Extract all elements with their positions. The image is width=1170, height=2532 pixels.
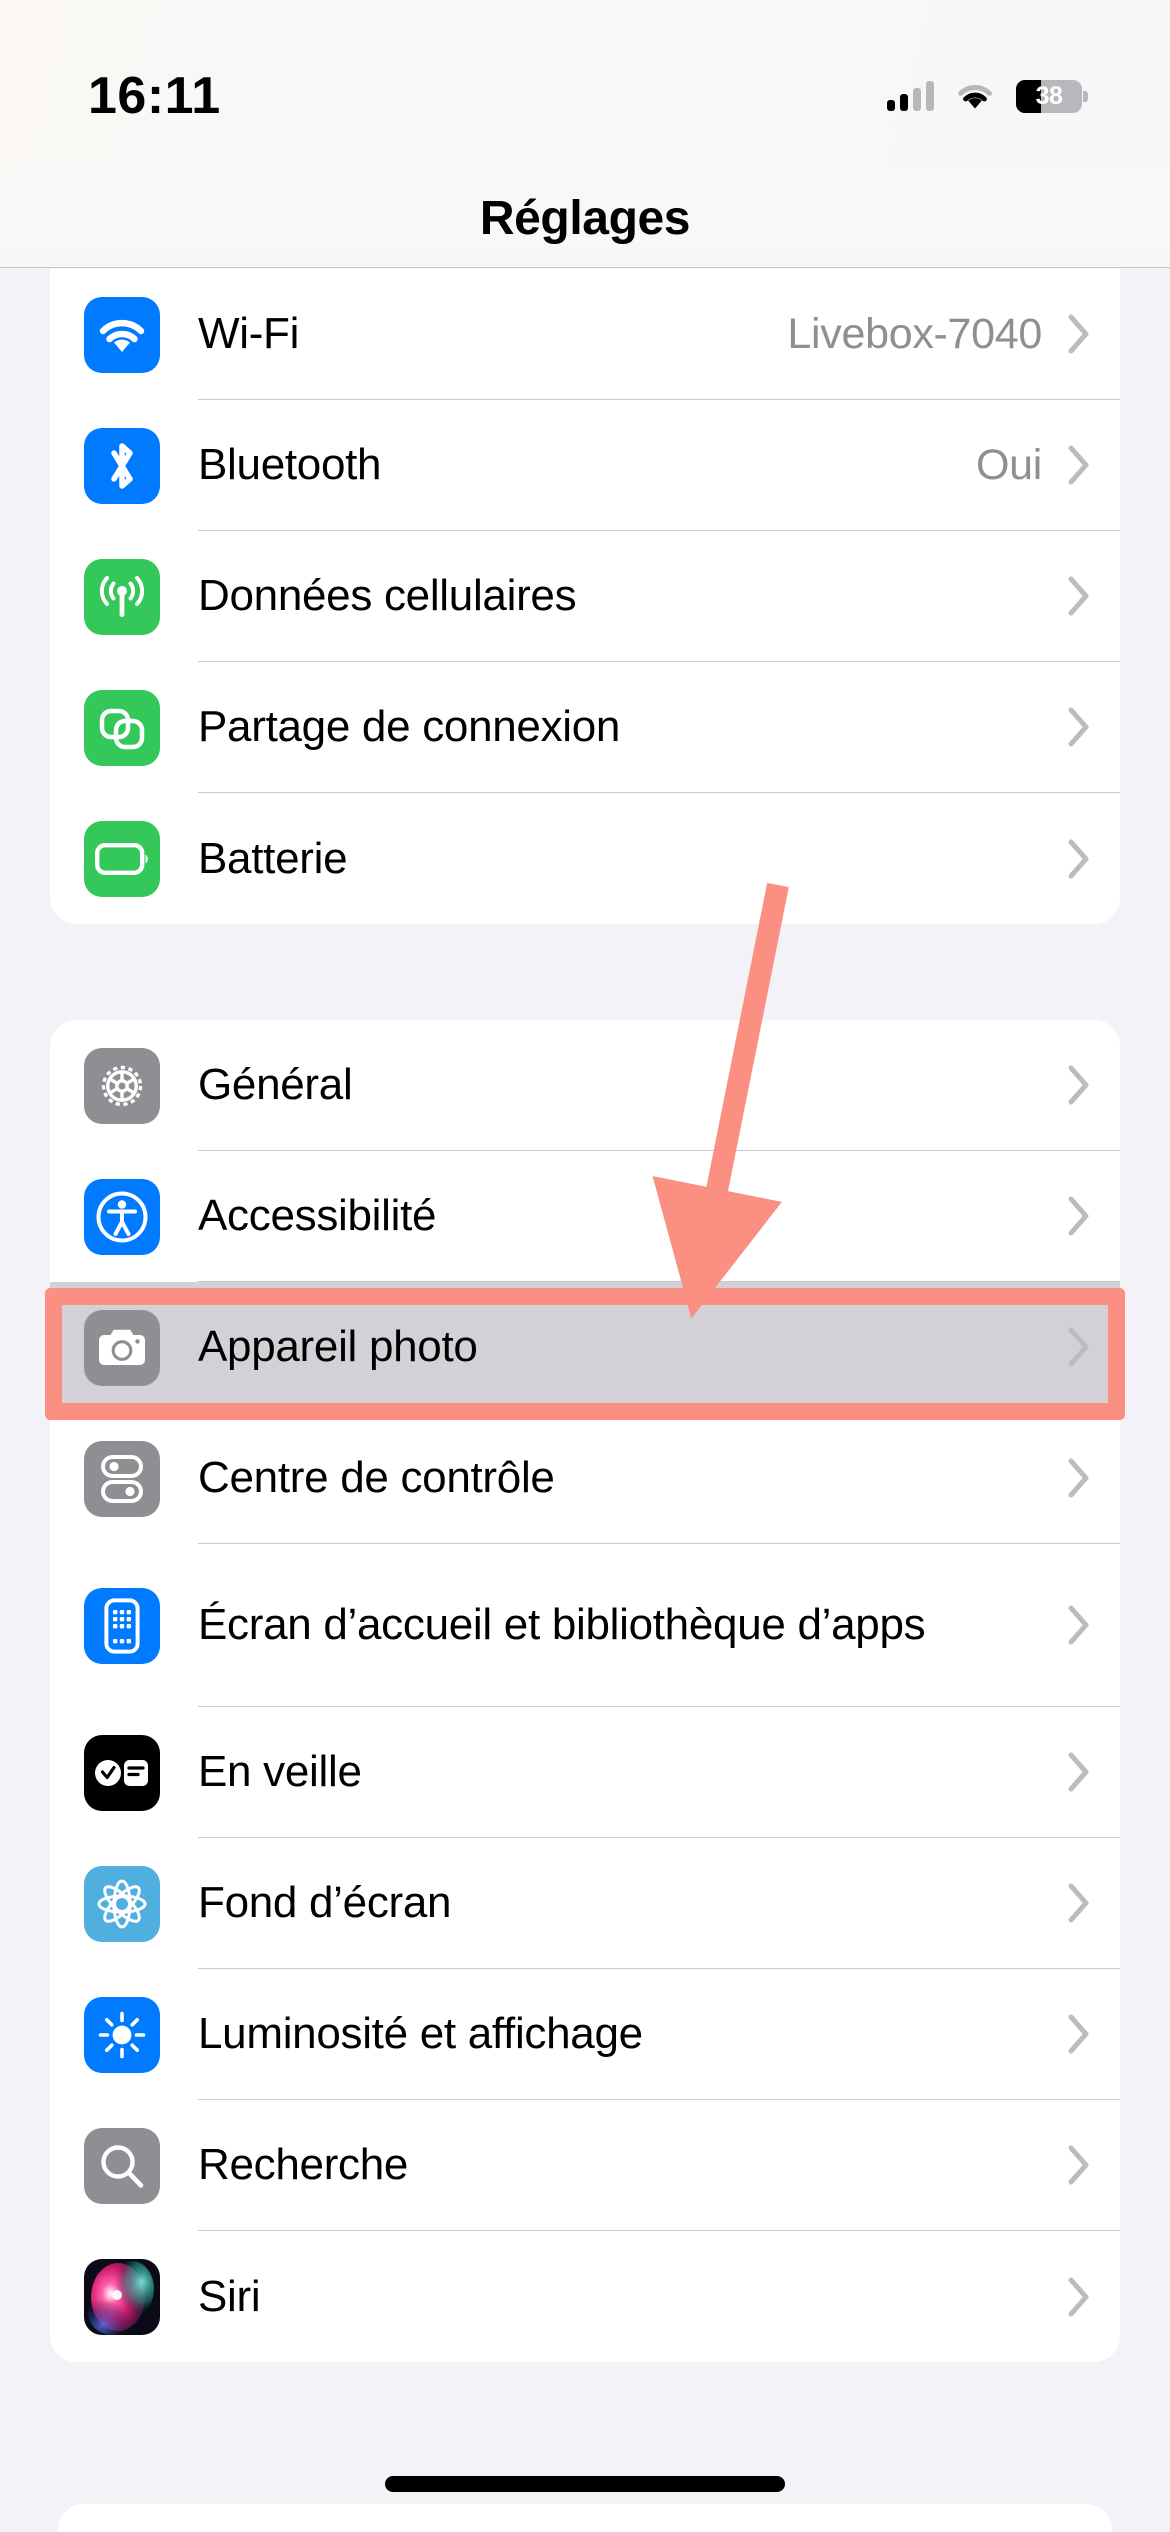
settings-row-content: Écran d’accueil et bibliothèque d’apps [198,1544,1120,1707]
page-title: Réglages [479,192,691,245]
settings-row-label: Bluetooth [198,440,382,490]
settings-row-luminosite-et-affichage[interactable]: Luminosité et affichage [50,1969,1120,2100]
settings-row-content: Recherche [198,2100,1120,2231]
settings-row-value: Livebox-7040 [787,309,1042,358]
battery-status-icon: 38 [1016,79,1088,113]
search-magnifier-icon [84,2127,160,2204]
settings-row-content: Général [198,1020,1120,1151]
chevron-right-icon [1068,1458,1090,1498]
settings-row-label: Partage de connexion [198,702,621,752]
settings-row-label: Recherche [198,2140,409,2190]
siri-orb-icon [84,2258,160,2335]
settings-row-fond-d-ecran[interactable]: Fond d’écran [50,1838,1120,1969]
chevron-right-icon [1068,1752,1090,1792]
status-bar: 16:11 38 [0,0,1170,170]
chevron-right-icon [1068,445,1090,485]
chevron-right-icon [1068,314,1090,354]
chevron-right-icon [1068,839,1090,879]
settings-row-wi-fi[interactable]: Wi-Fi Livebox-7040 [50,269,1120,400]
settings-row-en-veille[interactable]: En veille [50,1707,1120,1838]
accessibility-icon [84,1178,160,1255]
settings-row-label: Centre de contrôle [198,1453,555,1503]
settings-row-label: En veille [198,1747,362,1797]
settings-row-value: Oui [975,440,1042,489]
settings-row-content: Bluetooth Oui [198,400,1120,531]
settings-row-label: Général [198,1060,353,1110]
settings-row-content: Appareil photo [198,1282,1120,1413]
settings-row-label: Wi-Fi [198,309,300,359]
chevron-right-icon [1068,576,1090,616]
settings-row-content: Données cellulaires [198,531,1120,662]
settings-scroll-view[interactable]: Wi-Fi Livebox-7040 Bluetooth Oui Données c… [0,269,1170,2532]
settings-row-batterie[interactable]: Batterie [50,793,1120,924]
gear-icon [84,1047,160,1124]
settings-row-partage-de-connexion[interactable]: Partage de connexion [50,662,1120,793]
settings-row-siri[interactable]: Siri [50,2231,1120,2362]
navigation-bar: Réglages [0,170,1170,268]
settings-row-content: Siri [198,2231,1120,2362]
settings-row-recherche[interactable]: Recherche [50,2100,1120,2231]
cellular-antenna-icon [84,558,160,635]
cellular-signal-icon [887,81,934,111]
wifi-icon [956,82,994,110]
chevron-right-icon [1068,1196,1090,1236]
settings-row-general[interactable]: Général [50,1020,1120,1151]
bluetooth-icon [84,427,160,504]
settings-row-content: Fond d’écran [198,1838,1120,1969]
settings-row-content: Batterie [198,793,1120,924]
home-screen-icon [84,1587,160,1664]
settings-group-system: Général Accessibilité Appareil photo Cen… [50,1020,1120,2362]
settings-row-label: Fond d’écran [198,1878,452,1928]
settings-row-appareil-photo[interactable]: Appareil photo [50,1282,1120,1413]
brightness-sun-icon [84,1996,160,2073]
wallpaper-flower-icon [84,1865,160,1942]
settings-row-content: Wi-Fi Livebox-7040 [198,269,1120,400]
chevron-right-icon [1068,1327,1090,1367]
wifi-icon [84,296,160,373]
settings-row-ecran-d-accueil-et-bibliotheque-d-apps[interactable]: Écran d’accueil et bibliothèque d’apps [50,1544,1120,1707]
settings-row-label: Batterie [198,833,348,883]
settings-row-accessibilite[interactable]: Accessibilité [50,1151,1120,1282]
settings-row-content: Accessibilité [198,1151,1120,1282]
chevron-right-icon [1068,1065,1090,1105]
hotspot-link-icon [84,689,160,766]
battery-icon [84,820,160,897]
chevron-right-icon [1068,2014,1090,2054]
standby-icon [84,1734,160,1811]
control-center-icon [84,1440,160,1517]
settings-group-connectivity: Wi-Fi Livebox-7040 Bluetooth Oui Données c… [50,269,1120,924]
chevron-right-icon [1068,2277,1090,2317]
settings-row-label: Luminosité et affichage [198,2009,643,2059]
next-card-peek [58,2504,1112,2532]
settings-row-label: Accessibilité [198,1191,437,1241]
chevron-right-icon [1068,707,1090,747]
settings-row-label: Appareil photo [198,1322,478,1372]
settings-row-donnees-cellulaires[interactable]: Données cellulaires [50,531,1120,662]
battery-percent-label: 38 [1035,81,1063,110]
settings-row-content: Luminosité et affichage [198,1969,1120,2100]
chevron-right-icon [1068,1605,1090,1645]
settings-row-label: Siri [198,2271,261,2321]
settings-row-label: Écran d’accueil et bibliothèque d’apps [198,1600,926,1650]
settings-row-content: Centre de contrôle [198,1413,1120,1544]
chevron-right-icon [1068,1883,1090,1923]
settings-row-content: En veille [198,1707,1120,1838]
settings-row-label: Données cellulaires [198,571,577,621]
status-bar-time: 16:11 [88,67,221,125]
settings-row-centre-de-controle[interactable]: Centre de contrôle [50,1413,1120,1544]
settings-row-content: Partage de connexion [198,662,1120,793]
chevron-right-icon [1068,2145,1090,2185]
settings-row-bluetooth[interactable]: Bluetooth Oui [50,400,1120,531]
home-indicator[interactable] [385,2476,785,2492]
camera-icon [84,1309,160,1386]
status-bar-indicators: 38 [887,79,1088,113]
